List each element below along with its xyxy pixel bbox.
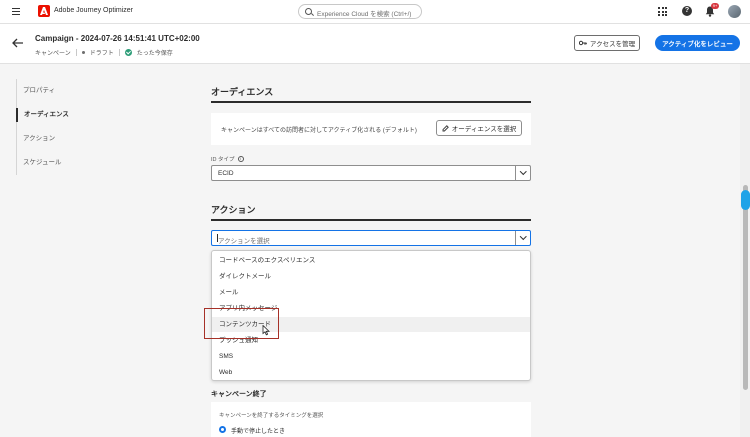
apps-grid-icon[interactable] xyxy=(658,7,667,16)
nav-item-audience[interactable]: オーディエンス xyxy=(16,108,96,122)
end-manual-label: 手動で停止したとき xyxy=(231,429,286,435)
mouse-pointer-icon xyxy=(262,324,270,338)
section-nav: プロパティ オーディエンス アクション スケジュール xyxy=(16,79,96,175)
action-combobox[interactable]: アクションを選択 xyxy=(211,230,531,246)
end-manual-radio[interactable] xyxy=(219,426,226,433)
assistant-tab[interactable] xyxy=(741,190,750,210)
save-state: たった今保存 xyxy=(136,51,173,57)
search-placeholder: Experience Cloud を検索 (Ctrl+/) xyxy=(317,11,412,18)
campaign-header: Campaign - 2024-07-26 14:51:41 UTC+02:00… xyxy=(0,24,750,64)
campaign-type: キャンペーン xyxy=(35,51,71,57)
id-type-label: ID タイプ i xyxy=(211,155,244,163)
select-audience-button[interactable]: オーディエンスを選択 xyxy=(436,120,522,136)
manage-access-button[interactable]: アクセスを管理 xyxy=(574,35,640,51)
manage-access-label: アクセスを管理 xyxy=(589,41,636,48)
check-circle-icon xyxy=(124,49,132,56)
nav-item-schedule[interactable]: スケジュール xyxy=(17,156,97,170)
edit-icon xyxy=(442,124,449,131)
campaign-end-panel: キャンペーンを終了するタイミングを選択 手動で停止したとき xyxy=(211,402,531,437)
divider xyxy=(75,49,77,56)
option-direct-mail[interactable]: ダイレクトメール xyxy=(212,269,530,284)
option-web[interactable]: Web xyxy=(212,365,530,380)
audience-panel: キャンペーンはすべての訪問者に対してアクティブ化される (デフォルト) オーディ… xyxy=(211,113,531,145)
adobe-logo[interactable] xyxy=(38,5,50,17)
option-email[interactable]: メール xyxy=(212,285,530,300)
status-dot-icon xyxy=(81,51,85,54)
audience-description: キャンペーンはすべての訪問者に対してアクティブ化される (デフォルト) xyxy=(221,128,417,134)
divider xyxy=(211,219,531,221)
campaign-end-subtitle: キャンペーンを終了するタイミングを選択 xyxy=(219,413,324,419)
review-to-activate-button[interactable]: アクティブ化をレビュー xyxy=(655,35,740,51)
campaign-end-title: キャンペーン終了 xyxy=(211,391,267,398)
id-type-value: ECID xyxy=(218,170,234,177)
chevron-down-icon[interactable] xyxy=(515,231,530,245)
nav-item-properties[interactable]: プロパティ xyxy=(17,84,97,98)
divider xyxy=(211,101,531,103)
option-code-based-experience[interactable]: コードベースのエクスペリエンス xyxy=(212,253,530,268)
search-input[interactable]: Experience Cloud を検索 (Ctrl+/) xyxy=(298,4,422,19)
key-icon xyxy=(578,40,587,46)
option-sms[interactable]: SMS xyxy=(212,349,530,364)
avatar[interactable] xyxy=(728,5,741,18)
divider xyxy=(118,49,120,56)
menu-icon[interactable] xyxy=(12,8,20,16)
help-icon[interactable]: ? xyxy=(682,6,692,16)
action-placeholder: アクションを選択 xyxy=(218,238,270,245)
id-type-label-text: ID タイプ xyxy=(211,157,235,163)
scrollbar-thumb[interactable] xyxy=(743,185,748,390)
info-icon[interactable]: i xyxy=(237,156,244,162)
action-title: アクション xyxy=(211,205,256,215)
back-arrow-icon[interactable] xyxy=(12,38,24,48)
select-audience-label: オーディエンスを選択 xyxy=(451,126,517,133)
status-badge: ドラフト xyxy=(89,51,114,57)
search-icon xyxy=(305,8,312,15)
page-title: Campaign - 2024-07-26 14:51:41 UTC+02:00 xyxy=(35,34,200,43)
nav-item-action[interactable]: アクション xyxy=(17,132,97,146)
notification-badge: 9+ xyxy=(711,3,719,9)
top-bar: Adobe Journey Optimizer Experience Cloud… xyxy=(0,0,750,24)
id-type-dropdown[interactable]: ECID xyxy=(211,165,531,181)
app-name: Adobe Journey Optimizer xyxy=(54,7,133,14)
campaign-meta: キャンペーン ドラフト たった今保存 xyxy=(35,48,173,57)
chevron-down-icon[interactable] xyxy=(515,166,530,180)
audience-title: オーディエンス xyxy=(211,87,274,97)
